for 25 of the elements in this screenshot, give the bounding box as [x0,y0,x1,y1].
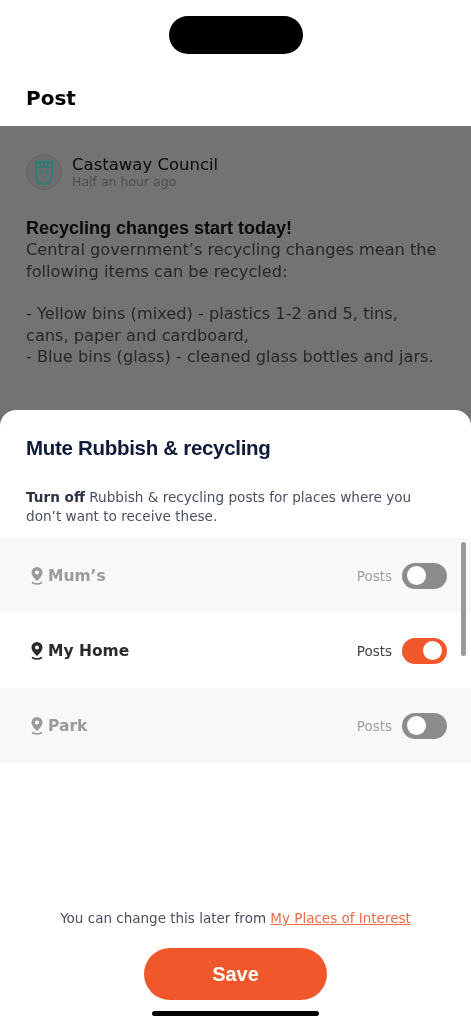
page-title: Post [26,86,76,110]
location-pin-icon [30,716,44,735]
post-text: - Yellow bins (mixed) - plastics 1-2 and 5, tins, cans, paper and cardboard, [26,303,399,346]
sheet-title: Mute Rubbish & recycling [26,436,272,460]
toggle-label: Posts [356,642,392,659]
toggle-switch[interactable] [402,712,447,739]
toggle-switch[interactable] [402,637,447,664]
sheet-description: Turn off Rubbish & recycling posts for places where you don’t want to receive these. [26,488,413,526]
place-name: Park [48,716,89,735]
toggle-label: Posts [356,717,392,734]
place-name: Mum’s [48,566,107,585]
places-link[interactable]: My Places of Interest [270,910,411,926]
scrollbar[interactable] [461,542,466,656]
post-text: - Blue bins (glass) - cleaned glass bottles and jars. [26,346,435,368]
post-headline: Recycling changes start today! [26,218,294,239]
footer-note: You can change this later from My Places of Interest [59,910,412,926]
save-button[interactable]: Save [144,948,327,1000]
location-pin-icon [30,641,44,660]
council-avatar-icon [26,154,62,190]
place-name: My Home [48,641,131,660]
location-pin-icon [30,566,44,585]
author-name: Castaway Council [72,155,219,174]
post-text: Central government’s recycling changes mean the following items can be recycled: [26,239,438,282]
toggle-label: Posts [356,567,392,584]
toggle-switch[interactable] [402,562,447,589]
